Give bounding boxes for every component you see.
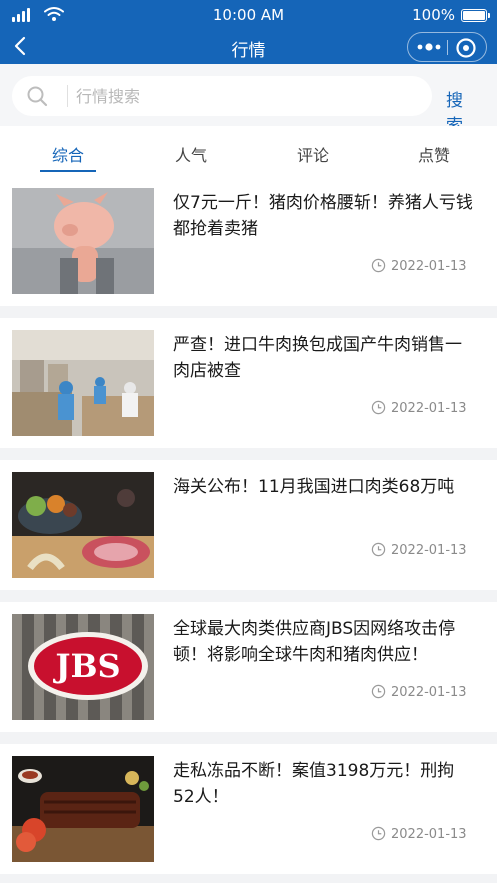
article-date-text: 2022-01-13	[391, 401, 467, 416]
article-date-text: 2022-01-13	[391, 685, 467, 700]
search-bar: 搜 索	[0, 64, 497, 136]
article-date: 2022-01-13	[371, 826, 467, 842]
article-date: 2022-01-13	[371, 542, 467, 558]
active-tab-indicator	[40, 170, 96, 172]
close-target-icon[interactable]	[455, 37, 477, 59]
article-item[interactable]: 严查！进口牛肉换包成国产牛肉销售一肉店被查 2022-01-13	[0, 318, 497, 448]
clock-icon	[371, 826, 386, 841]
search-divider	[67, 85, 68, 107]
article-thumbnail	[12, 188, 154, 294]
battery-percent: 100%	[412, 6, 455, 24]
article-title: 仅7元一斤！猪肉价格腰斩！养猪人亏钱都抢着卖猪	[173, 193, 473, 239]
article-date: 2022-01-13	[371, 684, 467, 700]
jbs-logo: JBS	[52, 647, 120, 685]
article-thumbnail	[12, 756, 154, 862]
article-date-text: 2022-01-13	[391, 827, 467, 842]
clock-icon	[371, 684, 386, 699]
article-item[interactable]: 走私冻品不断！案值3198万元！刑拘52人！ 2022-01-13	[0, 744, 497, 874]
article-item[interactable]: 海关公布！11月我国进口肉类68万吨 2022-01-13	[0, 460, 497, 590]
category-tabs: 综合 人气 评论 点赞	[0, 126, 497, 176]
article-title: 走私冻品不断！案值3198万元！刑拘52人！	[173, 761, 455, 807]
status-bar: 10:00 AM 100%	[0, 0, 497, 30]
search-icon	[27, 86, 48, 107]
nav-bar: 行情	[0, 30, 497, 64]
article-thumbnail: JBS	[12, 614, 154, 720]
article-thumbnail	[12, 472, 154, 578]
article-thumbnail	[12, 330, 154, 436]
search-input[interactable]	[76, 82, 416, 110]
tab-likes[interactable]: 点赞	[372, 142, 496, 166]
clock-icon	[371, 542, 386, 557]
article-item[interactable]: JBS 全球最大肉类供应商JBS因网络攻击停顿！将影响全球牛肉和猪肉供应！ 20…	[0, 602, 497, 732]
clock-icon	[371, 400, 386, 415]
capsule-divider	[447, 40, 448, 55]
article-date-text: 2022-01-13	[391, 259, 467, 274]
tab-popularity[interactable]: 人气	[129, 142, 253, 166]
tab-comments[interactable]: 评论	[251, 142, 375, 166]
article-title: 海关公布！11月我国进口肉类68万吨	[173, 477, 455, 497]
battery-icon	[461, 9, 490, 22]
article-date: 2022-01-13	[371, 400, 467, 416]
tab-comprehensive[interactable]: 综合	[6, 142, 130, 166]
article-title: 严查！进口牛肉换包成国产牛肉销售一肉店被查	[173, 335, 462, 381]
miniprogram-capsule	[407, 32, 487, 62]
clock-icon	[371, 258, 386, 273]
more-icon[interactable]	[414, 38, 444, 56]
article-title: 全球最大肉类供应商JBS因网络攻击停顿！将影响全球牛肉和猪肉供应！	[173, 619, 456, 665]
article-date-text: 2022-01-13	[391, 543, 467, 558]
search-box	[12, 76, 432, 116]
article-item[interactable]: 仅7元一斤！猪肉价格腰斩！养猪人亏钱都抢着卖猪 2022-01-13	[0, 176, 497, 306]
article-date: 2022-01-13	[371, 258, 467, 274]
